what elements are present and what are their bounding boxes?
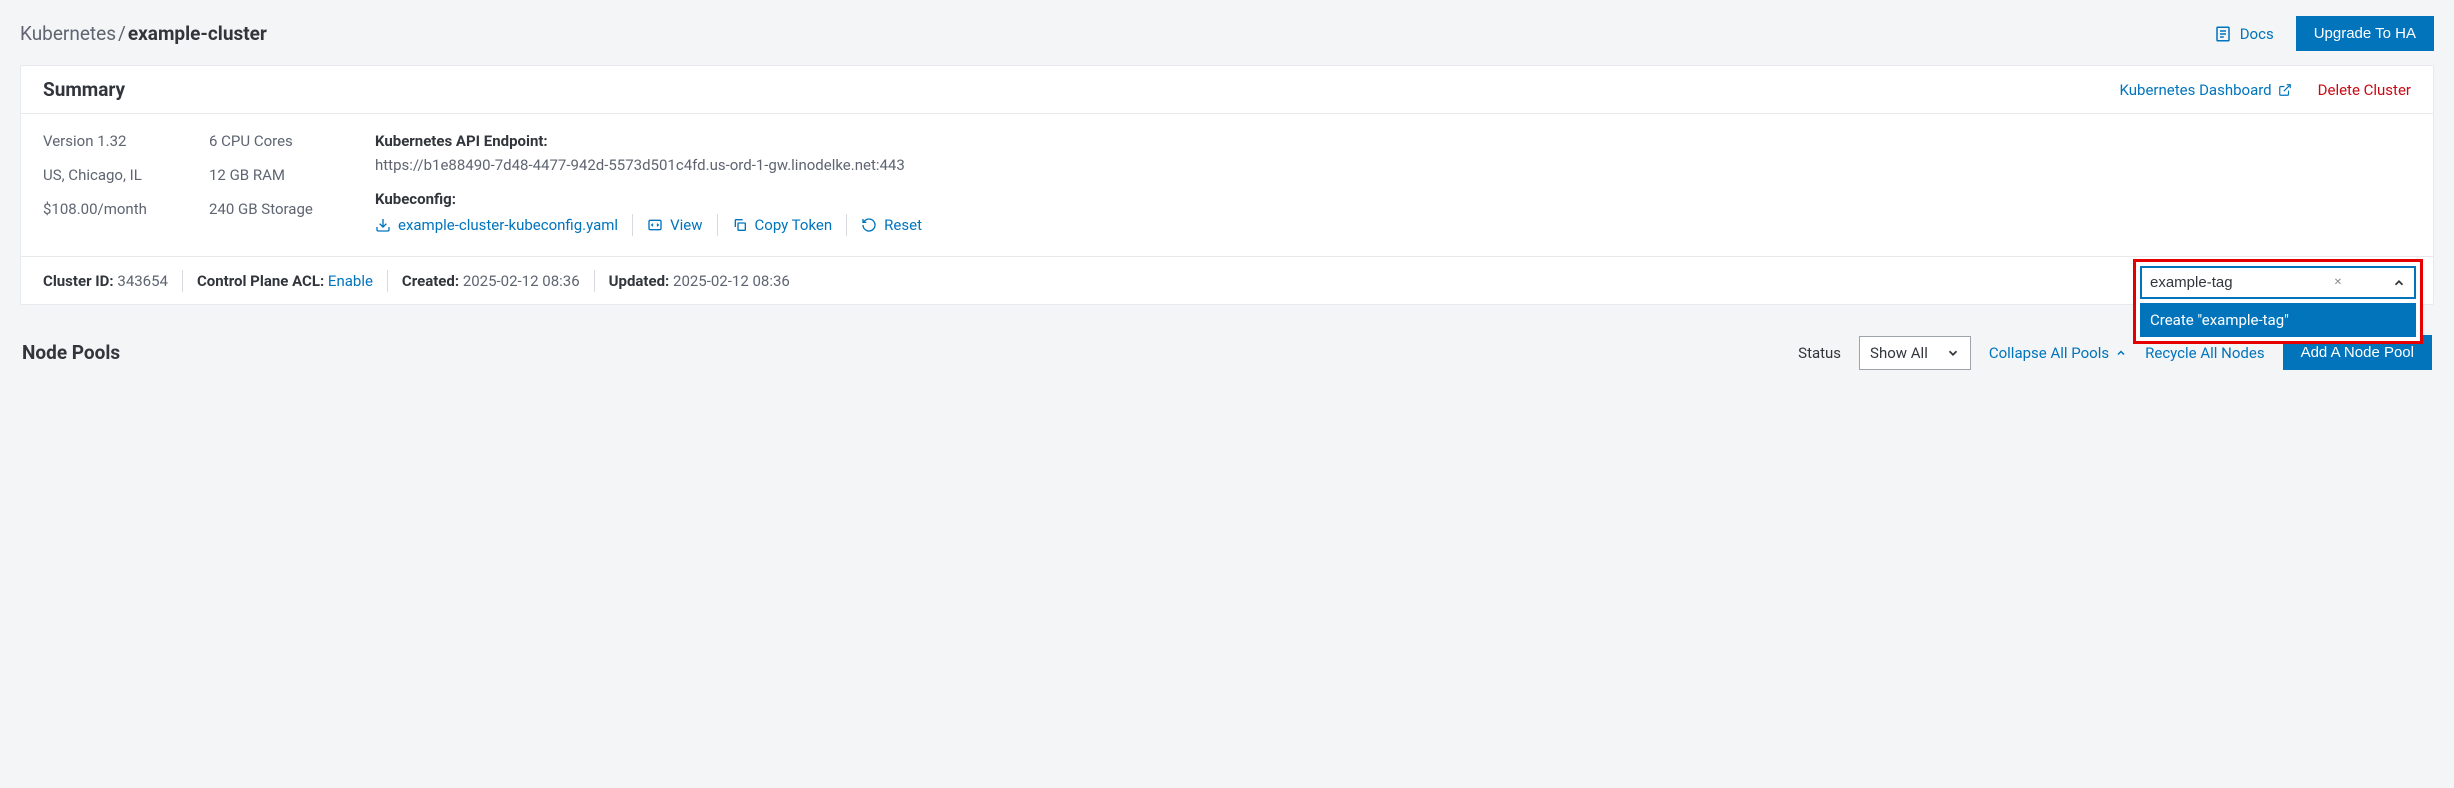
tag-clear-icon[interactable]: ✕ xyxy=(2334,277,2342,288)
tag-create-option[interactable]: Create "example-tag" xyxy=(2140,303,2416,337)
breadcrumb-row: Kubernetes / example-cluster Docs Upgrad… xyxy=(20,16,2434,51)
collapse-all-pools-link[interactable]: Collapse All Pools xyxy=(1989,344,2127,362)
created-label: Created: xyxy=(402,272,459,290)
api-endpoint-value: https://b1e88490-7d48-4477-942d-5573d501… xyxy=(375,156,1025,174)
kubeconfig-label: Kubeconfig: xyxy=(375,190,1025,208)
version-value: Version 1.32 xyxy=(43,132,163,150)
summary-title: Summary xyxy=(43,78,125,101)
kubeconfig-filename: example-cluster-kubeconfig.yaml xyxy=(398,216,618,234)
tag-input-wrapper[interactable]: ✕ xyxy=(2140,266,2416,299)
summary-header: Summary Kubernetes Dashboard Delete Clus… xyxy=(21,66,2433,114)
ram-value: 12 GB RAM xyxy=(209,166,329,184)
cluster-id-item: Cluster ID: 343654 xyxy=(43,266,182,296)
view-label: View xyxy=(670,216,702,234)
node-pools-title: Node Pools xyxy=(22,341,120,364)
breadcrumb-separator: / xyxy=(118,22,126,45)
breadcrumb: Kubernetes / example-cluster xyxy=(20,22,267,45)
summary-footer: Cluster ID: 343654 Control Plane ACL: En… xyxy=(21,256,2433,304)
cluster-id-label: Cluster ID: xyxy=(43,272,114,290)
external-link-icon xyxy=(2278,83,2292,97)
storage-value: 240 GB Storage xyxy=(209,200,329,218)
status-select-value: Show All xyxy=(1870,344,1928,362)
chevron-down-icon xyxy=(1946,346,1960,360)
delete-cluster-link[interactable]: Delete Cluster xyxy=(2318,81,2411,99)
tag-input[interactable] xyxy=(2150,274,2290,291)
download-icon xyxy=(375,217,391,233)
acl-label: Control Plane ACL: xyxy=(197,272,324,290)
dashboard-link-label: Kubernetes Dashboard xyxy=(2120,81,2272,99)
breadcrumb-parent[interactable]: Kubernetes xyxy=(20,22,116,45)
updated-value: 2025-02-12 08:36 xyxy=(673,272,790,290)
summary-col-2: 6 CPU Cores 12 GB RAM 240 GB Storage xyxy=(209,132,329,236)
status-label: Status xyxy=(1798,344,1841,362)
cpu-value: 6 CPU Cores xyxy=(209,132,329,150)
price-value: $108.00/month xyxy=(43,200,163,218)
upgrade-ha-button[interactable]: Upgrade To HA xyxy=(2296,16,2434,51)
api-endpoint-block: Kubernetes API Endpoint: https://b1e8849… xyxy=(375,132,1025,174)
reset-icon xyxy=(861,217,877,233)
docs-link[interactable]: Docs xyxy=(2214,25,2274,43)
summary-col-3: Kubernetes API Endpoint: https://b1e8849… xyxy=(375,132,1025,236)
collapse-label: Collapse All Pools xyxy=(1989,344,2109,362)
reset-link[interactable]: Reset xyxy=(847,216,936,234)
created-value: 2025-02-12 08:36 xyxy=(463,272,580,290)
view-icon xyxy=(647,217,663,233)
kubeconfig-view-link[interactable]: View xyxy=(633,216,716,234)
acl-item: Control Plane ACL: Enable xyxy=(183,266,387,296)
summary-col-1: Version 1.32 US, Chicago, IL $108.00/mon… xyxy=(43,132,163,236)
top-actions: Docs Upgrade To HA xyxy=(2214,16,2434,51)
recycle-all-nodes-link[interactable]: Recycle All Nodes xyxy=(2145,344,2264,362)
docs-label: Docs xyxy=(2240,25,2274,43)
copy-token-link[interactable]: Copy Token xyxy=(718,216,847,234)
updated-item: Updated: 2025-02-12 08:36 xyxy=(595,266,804,296)
api-endpoint-label: Kubernetes API Endpoint: xyxy=(375,132,1025,150)
node-pools-row: Node Pools Status Show All Collapse All … xyxy=(20,335,2434,370)
created-item: Created: 2025-02-12 08:36 xyxy=(388,266,594,296)
summary-body: Version 1.32 US, Chicago, IL $108.00/mon… xyxy=(21,114,2433,256)
kubeconfig-row: example-cluster-kubeconfig.yaml xyxy=(375,214,1025,236)
chevron-up-icon[interactable] xyxy=(2392,276,2406,290)
kubeconfig-block: Kubeconfig: example-cluster-kubeconfig.y… xyxy=(375,190,1025,236)
chevron-up-icon xyxy=(2115,347,2127,359)
reset-label: Reset xyxy=(884,216,922,234)
summary-links: Kubernetes Dashboard Delete Cluster xyxy=(2120,81,2411,99)
acl-enable-link[interactable]: Enable xyxy=(328,272,373,290)
status-select[interactable]: Show All xyxy=(1859,336,1971,370)
docs-icon xyxy=(2214,25,2232,43)
cluster-id-number: 343654 xyxy=(117,272,168,290)
kubernetes-dashboard-link[interactable]: Kubernetes Dashboard xyxy=(2120,81,2292,99)
copy-icon xyxy=(732,217,748,233)
updated-label: Updated: xyxy=(609,272,670,290)
region-value: US, Chicago, IL xyxy=(43,166,163,184)
summary-card: Summary Kubernetes Dashboard Delete Clus… xyxy=(20,65,2434,305)
kubeconfig-download-link[interactable]: example-cluster-kubeconfig.yaml xyxy=(375,216,632,234)
tag-dropdown: ✕ Create "example-tag" xyxy=(2133,259,2423,344)
breadcrumb-current: example-cluster xyxy=(128,22,267,45)
copy-label: Copy Token xyxy=(755,216,833,234)
